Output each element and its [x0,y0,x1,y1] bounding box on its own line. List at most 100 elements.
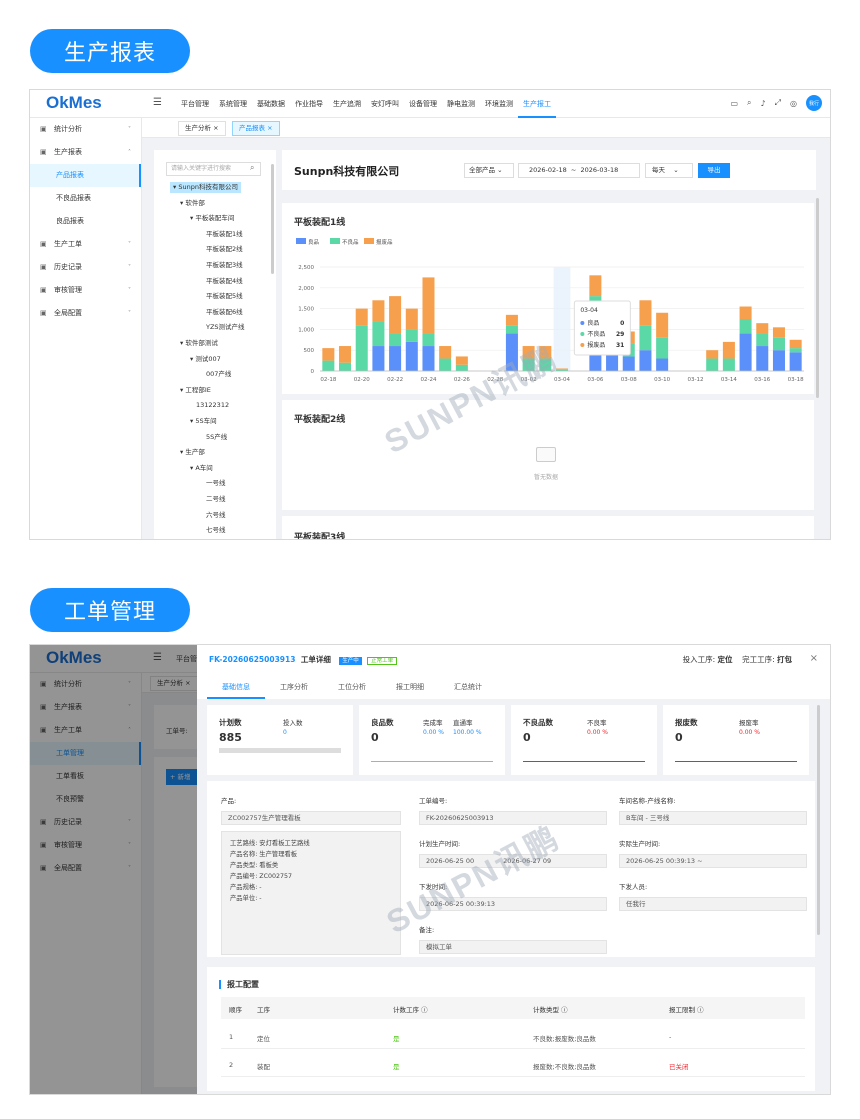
drawer-tab-4[interactable]: 汇总统计 [439,677,497,699]
tree-node[interactable]: 平板装配2线 [206,244,243,255]
sidebar-item-2[interactable]: 产品报表 [30,164,141,187]
tree-node[interactable]: 平板装配1线 [206,229,243,240]
history-icon: ▣ [40,263,47,271]
tree-node[interactable]: ▾ A车间 [190,463,213,474]
nav-item-6[interactable]: 设备管理 [404,90,442,118]
nav-item-5[interactable]: 安灯呼叫 [366,90,404,118]
close-icon[interactable]: × [810,653,818,664]
fullscreen-icon[interactable]: ⤢ [775,98,781,108]
plan-time-field[interactable]: 2026-06-25 00 2026-06-27 09 [419,854,607,868]
nav-item-7[interactable]: 静电监测 [442,90,480,118]
tree-node[interactable]: 二号线 [206,494,226,505]
bar-不良品 [739,319,752,334]
doc-icon: ▣ [40,148,47,156]
bar-报废品 [706,350,719,359]
tree-node[interactable]: YZS测试产线 [206,322,245,333]
order-no-field[interactable]: FK-20260625003913 [419,811,607,825]
tree-node[interactable]: 七号线 [206,525,226,536]
drawer-tab-2[interactable]: 工位分析 [323,677,381,699]
tree-node[interactable]: 007产线 [206,369,231,380]
bell-icon[interactable]: ♪ [761,99,766,108]
x-tick-label: 02-18 [320,377,336,383]
period-select[interactable]: 每天 ⌄ [645,163,693,178]
hover-band [553,267,571,371]
table-header-cell: 报工限制 ⓘ [669,1006,704,1014]
drawer-tab-1[interactable]: 工序分析 [265,677,323,699]
issuer-field[interactable]: 任我行 [619,897,807,911]
sidebar-item-0[interactable]: ▣ 统计分析 ˅ [30,118,141,141]
tree-node[interactable]: 平板装配3线 [206,260,243,271]
tree-node[interactable]: 平板装配5线 [206,291,243,302]
tree-node[interactable]: ▾ 生产部 [180,447,205,458]
product-select[interactable]: 全部产品 ⌄ [464,163,514,178]
tab-product-report[interactable]: 产品报表 × [232,121,280,136]
sidebar-item-6[interactable]: ▣ 历史记录 ˅ [30,256,141,279]
tree-node[interactable]: ▾ 5S车间 [190,416,217,427]
legend-label: 良品 [308,238,320,246]
config-table-header [221,997,805,1019]
drawer-scrollbar[interactable] [817,705,820,935]
bar-良品 [606,354,619,371]
nav-item-9[interactable]: 生产报工 [518,90,556,118]
remark-field[interactable]: 模拟工单 [419,940,607,954]
x-tick-label: 02-24 [420,377,436,383]
tree-node[interactable]: 六号线 [206,510,226,521]
table-cell: - [669,1033,672,1041]
bar-良品 [389,346,402,371]
monitor-icon[interactable]: ▭ [730,99,738,108]
main-scrollbar[interactable] [816,198,819,398]
gear-icon: ▣ [40,309,47,317]
issue-time-label: 下发时间: [419,883,448,891]
order-number: FK-20260625003913 [209,655,296,664]
bar-报废品 [422,277,435,334]
tree-node[interactable]: 一号线 [206,478,226,489]
tree-node[interactable]: 平板装配4线 [206,276,243,287]
tree-node[interactable]: 5S产线 [206,432,227,443]
nav-item-8[interactable]: 环境监测 [480,90,518,118]
line-field[interactable]: B车间 - 三号线 [619,811,807,825]
y-tick-label: 2,500 [298,265,314,271]
bar-良品 [756,346,769,371]
y-tick-label: 2,000 [298,286,314,292]
tree-search-input[interactable]: 请输入关键字进行搜索 [166,162,261,176]
tree-scrollbar[interactable] [271,164,274,274]
modal-mask[interactable] [30,645,197,1094]
nav-item-1[interactable]: 系统管理 [214,90,252,118]
nav-item-4[interactable]: 生产追溯 [328,90,366,118]
tab-production-analysis[interactable]: 生产分析 × [178,121,226,136]
sidebar-item-8[interactable]: ▣ 全局配置 ˅ [30,302,141,325]
bar-不良品 [355,325,368,371]
table-cell: 装配 [257,1063,270,1071]
export-button[interactable]: 导出 [698,163,730,178]
sidebar-item-3[interactable]: 不良品报表 [30,187,141,210]
issue-time-field[interactable]: 2026-06-25 00:39:13 [419,897,607,911]
actual-time-field[interactable]: 2026-06-25 00:39:13 ~ [619,854,807,868]
drawer-tab-0[interactable]: 基础信息 [207,677,265,699]
search-icon[interactable]: ⌕ [747,98,751,108]
bar-报废品 [322,348,335,361]
date-range-picker[interactable]: 2026-02-18 ~ 2026-03-18 [518,163,640,178]
tree-node[interactable]: ▾ 工程部IE [180,385,211,396]
drawer-tab-3[interactable]: 报工明细 [381,677,439,699]
nav-item-2[interactable]: 基础数据 [252,90,290,118]
sidebar-item-1[interactable]: ▣ 生产报表 ˄ [30,141,141,164]
sidebar-item-5[interactable]: ▣ 生产工单 ˅ [30,233,141,256]
sidebar-item-4[interactable]: 良品报表 [30,210,141,233]
menu-toggle-icon[interactable]: ☰ [153,97,162,108]
globe-icon[interactable]: ◎ [790,99,797,108]
bar-良品 [789,352,802,371]
tree-node[interactable]: ▾ 软件部测试 [180,338,218,349]
tree-node[interactable]: ▾ 平板装配车间 [190,213,234,224]
x-tick-label: 02-26 [454,377,470,383]
tree-node[interactable]: ▾ 测试007 [190,354,221,365]
tree-node[interactable]: 平板装配6线 [206,307,243,318]
nav-item-3[interactable]: 作业指导 [290,90,328,118]
sidebar-item-7[interactable]: ▣ 审核管理 ˅ [30,279,141,302]
avatar[interactable]: 我行 [806,95,822,111]
tree-node[interactable]: ▾ 软件部 [180,198,205,209]
search-icon[interactable]: ⌕ [250,163,254,173]
nav-item-0[interactable]: 平台管理 [176,90,214,118]
product-field[interactable]: ZC002757生产管理看板 [221,811,401,825]
tree-node[interactable]: 13122312 [196,400,229,411]
tree-node[interactable]: ▾ Sunpn科技有限公司 [170,182,241,193]
